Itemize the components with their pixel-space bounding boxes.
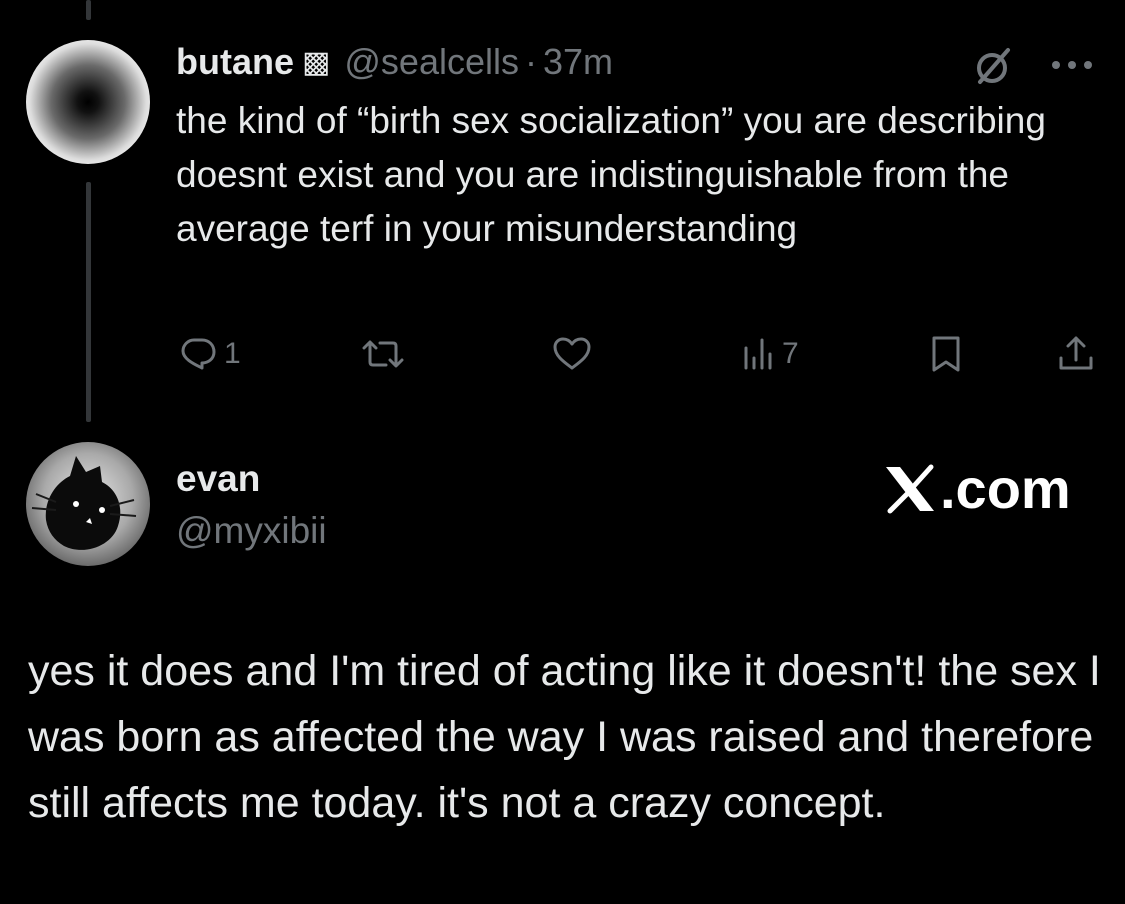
x-logo-icon [886, 464, 934, 513]
reply-button[interactable]: 1 [176, 330, 241, 378]
reply-count: 1 [224, 337, 241, 370]
share-button[interactable] [1054, 330, 1098, 378]
like-button[interactable] [550, 330, 598, 378]
cat-avatar [26, 442, 150, 566]
views-count: 7 [782, 337, 799, 370]
x-com-watermark: .com [882, 456, 1071, 521]
views-button[interactable]: 7 [742, 330, 799, 378]
tweet-text: yes it does and I'm tired of acting like… [28, 647, 1101, 827]
thread-line [86, 182, 91, 422]
share-icon [1054, 332, 1098, 376]
name-badge-icon: ▩ [302, 45, 331, 79]
more-icon[interactable] [1048, 58, 1096, 72]
like-icon [550, 332, 594, 376]
avatar[interactable] [26, 40, 150, 164]
thread-line-top [86, 0, 91, 20]
tweet-text: the kind of “birth sex socialization” yo… [176, 100, 1046, 249]
reply-icon [176, 332, 220, 376]
views-icon [742, 332, 778, 376]
repost-icon [358, 332, 408, 376]
separator-dot: · [524, 41, 537, 82]
display-name[interactable]: evan [176, 458, 260, 500]
repost-button[interactable] [358, 330, 412, 378]
user-handle[interactable]: @sealcells [344, 41, 519, 83]
brand-suffix: .com [940, 457, 1071, 520]
bookmark-icon [926, 332, 966, 376]
display-name[interactable]: butane [176, 41, 294, 83]
bookmark-button[interactable] [926, 330, 966, 378]
timestamp[interactable]: 37m [543, 41, 613, 83]
grok-icon[interactable] [972, 44, 1016, 88]
avatar[interactable] [26, 442, 150, 566]
user-handle[interactable]: @myxibii [176, 510, 327, 552]
tweet-header: butane ▩ @sealcells · 37m [176, 40, 613, 84]
action-bar: 1 7 [0, 330, 1125, 378]
